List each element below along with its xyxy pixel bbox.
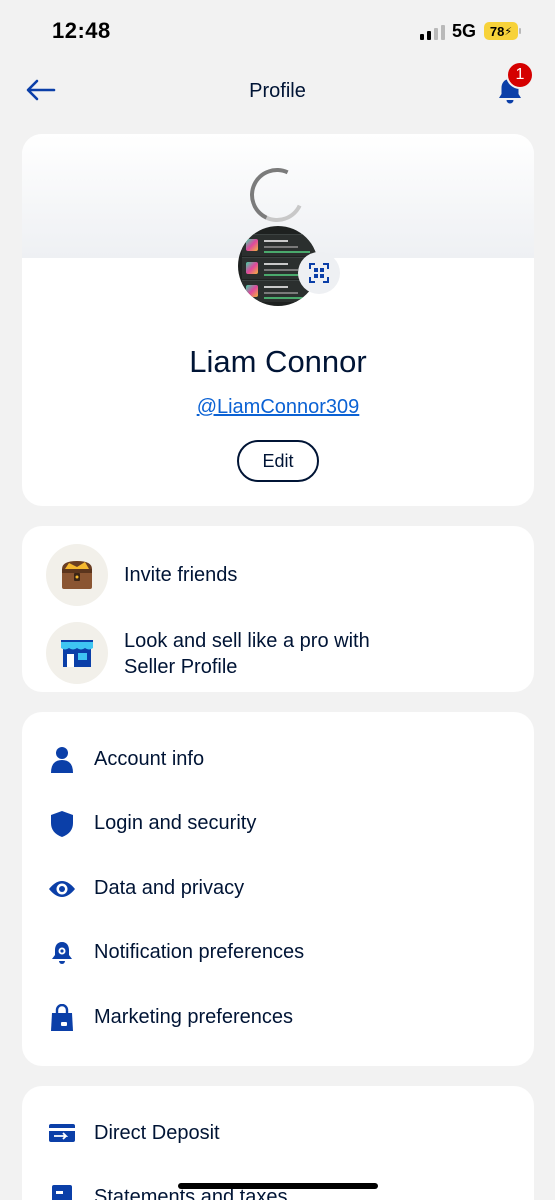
nav-bar: Profile 1 xyxy=(0,60,555,120)
status-time: 12:48 xyxy=(52,18,111,43)
notification-preferences-label: Notification preferences xyxy=(94,941,305,963)
eye-icon xyxy=(48,875,76,903)
data-privacy-label: Data and privacy xyxy=(94,877,245,899)
network-type: 5G xyxy=(452,21,477,41)
menu-item-data-privacy[interactable]: Data and privacy xyxy=(22,863,534,915)
direct-deposit-label: Direct Deposit xyxy=(94,1122,220,1144)
profile-card: Liam Connor @LiamConnor309 Edit xyxy=(22,134,534,506)
shopping-bag-icon xyxy=(48,1004,76,1032)
document-icon xyxy=(48,1184,76,1200)
battery-tip xyxy=(519,28,521,34)
settings-menu-card: Account info Login and security Data and… xyxy=(22,712,534,1066)
page-title: Profile xyxy=(249,80,306,102)
seller-profile-label: Look and sell like a pro with Seller Pro… xyxy=(124,630,370,678)
list-item-invite-friends[interactable]: Invite friends xyxy=(22,540,534,610)
qr-code-button[interactable] xyxy=(298,252,340,294)
qr-scan-icon xyxy=(309,263,329,283)
bell-gear-icon xyxy=(48,939,76,967)
treasure-chest-icon xyxy=(46,544,108,606)
notification-badge: 1 xyxy=(506,61,534,89)
marketing-preferences-label: Marketing preferences xyxy=(94,1006,293,1028)
menu-item-account-info[interactable]: Account info xyxy=(22,734,534,786)
profile-handle-link[interactable]: @LiamConnor309 xyxy=(22,396,534,419)
menu-item-login-security[interactable]: Login and security xyxy=(22,798,534,850)
list-item-seller-profile[interactable]: Look and sell like a pro with Seller Pro… xyxy=(22,620,534,690)
invite-friends-label: Invite friends xyxy=(124,564,238,586)
battery-icon: 78 ⚡ xyxy=(484,22,518,40)
account-info-label: Account info xyxy=(94,748,205,770)
signal-strength-icon xyxy=(420,24,445,40)
promo-card: Invite friends Look and sell like a pro … xyxy=(22,526,534,692)
menu-item-notification-preferences[interactable]: Notification preferences xyxy=(22,927,534,979)
login-security-label: Login and security xyxy=(94,812,257,834)
profile-name: Liam Connor xyxy=(189,344,367,379)
menu-item-marketing-preferences[interactable]: Marketing preferences xyxy=(22,992,534,1044)
storefront-icon xyxy=(46,622,108,684)
shield-icon xyxy=(48,810,76,838)
status-bar: 12:48 5G 78 ⚡ xyxy=(0,0,555,60)
edit-profile-button[interactable]: Edit xyxy=(237,440,319,482)
deposit-icon xyxy=(48,1120,76,1148)
battery-level: 78 xyxy=(489,23,505,39)
menu-item-direct-deposit[interactable]: Direct Deposit xyxy=(22,1108,534,1160)
home-indicator[interactable] xyxy=(178,1183,378,1189)
person-icon xyxy=(48,746,76,774)
